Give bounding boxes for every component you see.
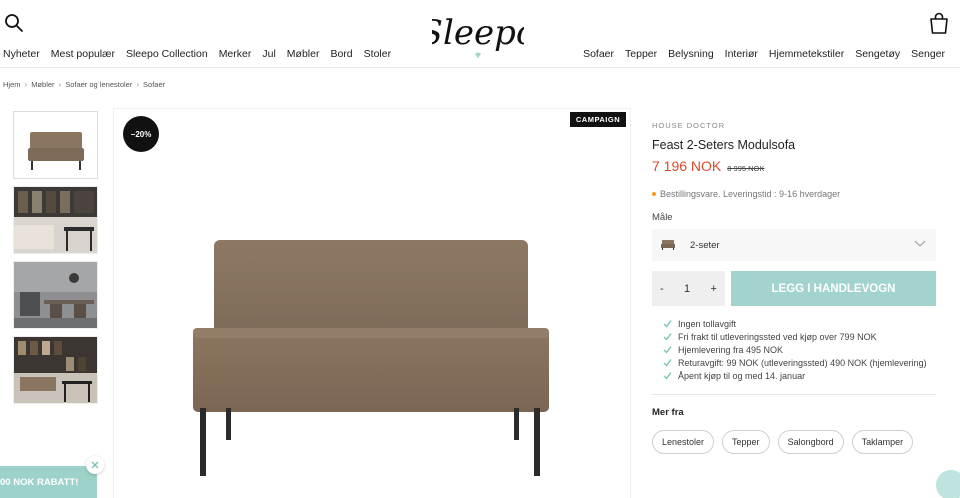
more-from-title: Mer fra xyxy=(652,407,684,418)
promo-text: 00 NOK RABATT! xyxy=(0,476,79,488)
chat-icon[interactable] xyxy=(936,470,960,498)
quantity-value[interactable]: 1 xyxy=(684,283,690,295)
stock-status-text: Bestillingsvare. Leveringstid : 9-16 hve… xyxy=(660,189,841,199)
nav-item-hjemmetekstiler[interactable]: Hjemmetekstiler xyxy=(769,48,844,60)
usp-text: Returavgift: 99 NOK (utleveringssted) 49… xyxy=(678,357,927,368)
size-select[interactable]: 2-seter xyxy=(652,229,936,261)
divider xyxy=(652,394,936,395)
usp-text: Ingen tollavgift xyxy=(678,318,737,329)
price-current: 7 196 NOK xyxy=(652,158,722,174)
nav-item-senger[interactable]: Senger xyxy=(911,48,945,60)
check-icon xyxy=(663,346,672,354)
chevron-right-icon: › xyxy=(136,80,140,89)
cart-row: - 1 + LEGG I HANDLEVOGN xyxy=(652,271,936,306)
status-dot-icon xyxy=(652,192,656,196)
breadcrumb-item-sofaer-og-lenestoler[interactable]: Sofaer og lenestoler xyxy=(65,80,132,89)
close-icon xyxy=(91,461,99,469)
usp-item: Åpent kjøp til og med 14. januar xyxy=(663,369,936,382)
usp-text: Åpent kjøp til og med 14. januar xyxy=(678,370,806,381)
nav-left: Nyheter Mest populær Sleepo Collection M… xyxy=(3,48,402,60)
nav-item-sleepo-collection[interactable]: Sleepo Collection xyxy=(126,48,208,60)
breadcrumb-item-sofaer[interactable]: Sofaer xyxy=(143,80,165,89)
product-info: HOUSE DOCTOR Feast 2-Seters Modulsofa 7 … xyxy=(652,116,936,454)
size-select-value: 2-seter xyxy=(690,239,720,251)
price-original: 8 995 NOK xyxy=(727,164,765,173)
chevron-right-icon: › xyxy=(58,80,62,89)
check-icon xyxy=(663,320,672,328)
product-title: Feast 2-Seters Modulsofa xyxy=(652,138,796,152)
chip-taklamper[interactable]: Taklamper xyxy=(851,430,914,454)
logo-text: Sleepo xyxy=(432,13,524,53)
breadcrumb-item-mobler[interactable]: Møbler xyxy=(31,80,54,89)
nav-item-tepper[interactable]: Tepper xyxy=(625,48,657,60)
usp-item: Hjemlevering fra 495 NOK xyxy=(663,343,936,356)
usp-text: Fri frakt til utleveringssted ved kjøp o… xyxy=(678,331,877,342)
add-to-cart-button[interactable]: LEGG I HANDLEVOGN xyxy=(731,271,936,306)
nav-item-mest-populaer[interactable]: Mest populær xyxy=(51,48,115,60)
nav-item-bord[interactable]: Bord xyxy=(330,48,352,60)
nav-item-sengetoy[interactable]: Sengetøy xyxy=(855,48,900,60)
usp-item: Fri frakt til utleveringssted ved kjøp o… xyxy=(663,330,936,343)
heart-icon xyxy=(475,52,481,59)
quantity-stepper: - 1 + xyxy=(652,271,725,306)
nav-item-merker[interactable]: Merker xyxy=(219,48,252,60)
quantity-decrease-button[interactable]: - xyxy=(660,283,664,295)
breadcrumb-item-hjem[interactable]: Hjem xyxy=(3,80,21,89)
sofa-illustration xyxy=(193,240,549,476)
thumbnail-sofa[interactable] xyxy=(13,111,98,179)
usp-text: Hjemlevering fra 495 NOK xyxy=(678,344,784,355)
nav-right: Sofaer Tepper Belysning Interiør Hjemmet… xyxy=(583,48,960,60)
price-block: 7 196 NOK 8 995 NOK xyxy=(652,158,936,174)
size-label: Måle xyxy=(652,212,673,223)
chip-tepper[interactable]: Tepper xyxy=(722,430,770,454)
search-icon[interactable] xyxy=(4,13,24,33)
nav-item-belysning[interactable]: Belysning xyxy=(668,48,714,60)
chevron-down-icon xyxy=(914,240,926,247)
thumbnail-living-room[interactable] xyxy=(13,186,98,254)
check-icon xyxy=(663,372,672,380)
logo-mark: Sleepo xyxy=(420,13,536,59)
promo-banner[interactable]: 00 NOK RABATT! xyxy=(0,466,97,498)
logo[interactable]: Sleepo xyxy=(420,4,536,62)
sofa-icon xyxy=(661,240,675,250)
quantity-increase-button[interactable]: + xyxy=(711,283,717,295)
usp-item: Returavgift: 99 NOK (utleveringssted) 49… xyxy=(663,356,936,369)
nav-item-sofaer[interactable]: Sofaer xyxy=(583,48,614,60)
shopping-bag-icon[interactable] xyxy=(929,12,949,34)
thumbnail-dining[interactable] xyxy=(13,261,98,329)
nav-item-interior[interactable]: Interiør xyxy=(725,48,758,60)
nav-item-nyheter[interactable]: Nyheter xyxy=(3,48,40,60)
check-icon xyxy=(663,333,672,341)
usp-list: Ingen tollavgift Fri frakt til utleverin… xyxy=(652,317,936,382)
thumbnail-list xyxy=(13,111,98,411)
nav-item-mobler[interactable]: Møbler xyxy=(287,48,320,60)
campaign-tag: CAMPAIGN xyxy=(570,112,626,127)
chip-lenestoler[interactable]: Lenestoler xyxy=(652,430,715,454)
promo-close-button[interactable] xyxy=(86,456,104,474)
thumbnail-shelf[interactable] xyxy=(13,336,98,404)
chip-salongbord[interactable]: Salongbord xyxy=(777,430,844,454)
nav-item-stoler[interactable]: Stoler xyxy=(364,48,391,60)
product-brand[interactable]: HOUSE DOCTOR xyxy=(652,121,936,130)
site-header: Sleepo Nyheter Mest populær Sleepo Colle… xyxy=(0,0,960,68)
breadcrumb: Hjem › Møbler › Sofaer og lenestoler › S… xyxy=(3,80,165,89)
usp-item: Ingen tollavgift xyxy=(663,317,936,330)
nav-item-jul[interactable]: Jul xyxy=(262,48,275,60)
check-icon xyxy=(663,359,672,367)
discount-badge: −20% xyxy=(123,116,159,152)
more-from-chips: Lenestoler Tepper Salongbord Taklamper xyxy=(652,430,936,454)
stock-status: Bestillingsvare. Leveringstid : 9-16 hve… xyxy=(652,189,936,199)
chevron-right-icon: › xyxy=(24,80,28,89)
